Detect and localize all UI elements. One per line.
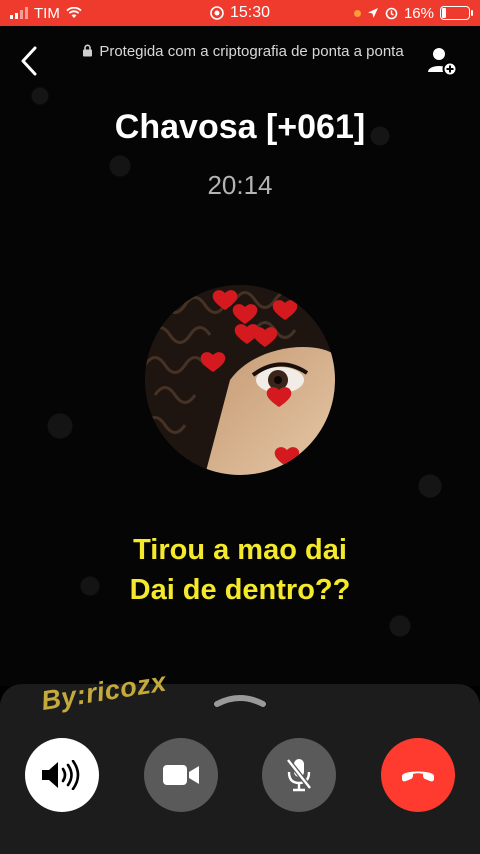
battery-icon (440, 6, 473, 20)
call-in-progress-icon (210, 6, 224, 20)
call-duration: 20:14 (207, 170, 273, 200)
signal-icon (10, 7, 28, 19)
chevron-up-icon (214, 695, 266, 707)
wifi-icon (66, 7, 82, 18)
carrier-label: TIM (34, 4, 60, 22)
video-caption: Tirou a mao dai Dai de dentro?? (0, 530, 480, 610)
speaker-button[interactable] (25, 738, 99, 812)
clock: 15:30 (229, 4, 271, 21)
mic-in-use-dot-icon (353, 9, 361, 17)
caption-line-2: Dai de dentro?? (129, 574, 351, 606)
contact-avatar (145, 285, 335, 475)
alarm-icon (385, 7, 398, 19)
status-bar-right: 16% (353, 4, 473, 22)
encryption-text: Protegida com a criptografia de ponta a … (99, 43, 404, 60)
status-bar-center: 15:30 (210, 4, 270, 22)
encryption-notice: Protegida com a criptografia de ponta a … (78, 42, 408, 62)
mute-button[interactable] (262, 738, 336, 812)
end-call-button[interactable] (381, 738, 455, 812)
chevron-left-icon (21, 46, 37, 76)
status-bar: TIM 15:30 16% (0, 0, 480, 26)
panel-drag-handle[interactable] (213, 690, 267, 710)
avatar-photo (145, 285, 335, 475)
status-bar-left: TIM (10, 5, 82, 22)
caption-line-1: Tirou a mao dai (133, 534, 347, 566)
phone-hangup-icon (402, 771, 434, 782)
video-camera-icon (163, 765, 199, 785)
video-button[interactable] (144, 738, 218, 812)
location-arrow-icon (367, 8, 378, 18)
microphone-off-icon (286, 758, 312, 792)
battery-percent: 16% (403, 4, 434, 22)
add-participant-button[interactable] (428, 46, 462, 78)
speaker-icon (42, 760, 80, 790)
back-button[interactable] (14, 44, 44, 78)
lock-icon (83, 44, 93, 57)
add-person-icon (428, 48, 458, 77)
contact-name: Chavosa [+061] (114, 108, 366, 146)
